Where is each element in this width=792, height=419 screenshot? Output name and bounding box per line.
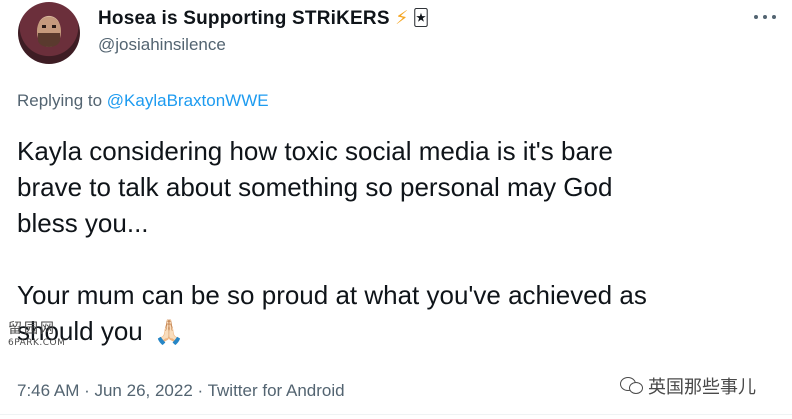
tweet-text-line: brave to talk about something so persona… — [17, 172, 613, 202]
author-display-name[interactable]: Hosea is Supporting STRiKERS ⚡ 🃏 — [98, 7, 429, 30]
more-options-icon[interactable] — [752, 6, 778, 28]
lightning-bolt-icon: ⚡ — [395, 8, 409, 29]
watermark-wechat-text: 英国那些事儿 — [648, 377, 756, 398]
watermark-cjk: 留园网 — [8, 321, 56, 337]
wechat-icon — [620, 377, 644, 395]
tweet-timestamp-source[interactable]: 7:46 AM · Jun 26, 2022 · Twitter for And… — [17, 381, 345, 401]
avatar-eyes — [42, 25, 56, 28]
author-name-text: Hosea is Supporting STRiKERS — [98, 8, 390, 29]
jester-icon: 🃏 — [412, 10, 430, 27]
folded-hands-icon: 🙏🏻 — [154, 319, 184, 346]
tweet-text-line: bless you... — [17, 208, 149, 238]
tweet-card: Hosea is Supporting STRiKERS ⚡ 🃏 @josiahi… — [0, 0, 792, 419]
watermark-6park: 留园网 6PARK.COM — [8, 318, 98, 358]
watermark-wechat: 英国那些事儿 — [620, 373, 756, 399]
tweet-text-line: Your mum can be so proud at what you've … — [17, 280, 647, 310]
tweet-text-line: Kayla considering how toxic social media… — [17, 136, 614, 166]
tweet-text-line-last: should you 🙏🏻 — [17, 313, 787, 351]
replying-to-label: Replying to — [17, 91, 107, 110]
author-handle[interactable]: @josiahinsilence — [98, 35, 226, 55]
watermark-site: 6PARK.COM — [8, 338, 66, 348]
divider — [0, 414, 792, 415]
tweet-body: Kayla considering how toxic social media… — [17, 133, 787, 351]
replying-to-line: Replying to @KaylaBraxtonWWE — [17, 91, 269, 111]
avatar-beard — [38, 33, 60, 47]
avatar[interactable] — [18, 2, 80, 64]
reply-mention-link[interactable]: @KaylaBraxtonWWE — [107, 91, 269, 110]
